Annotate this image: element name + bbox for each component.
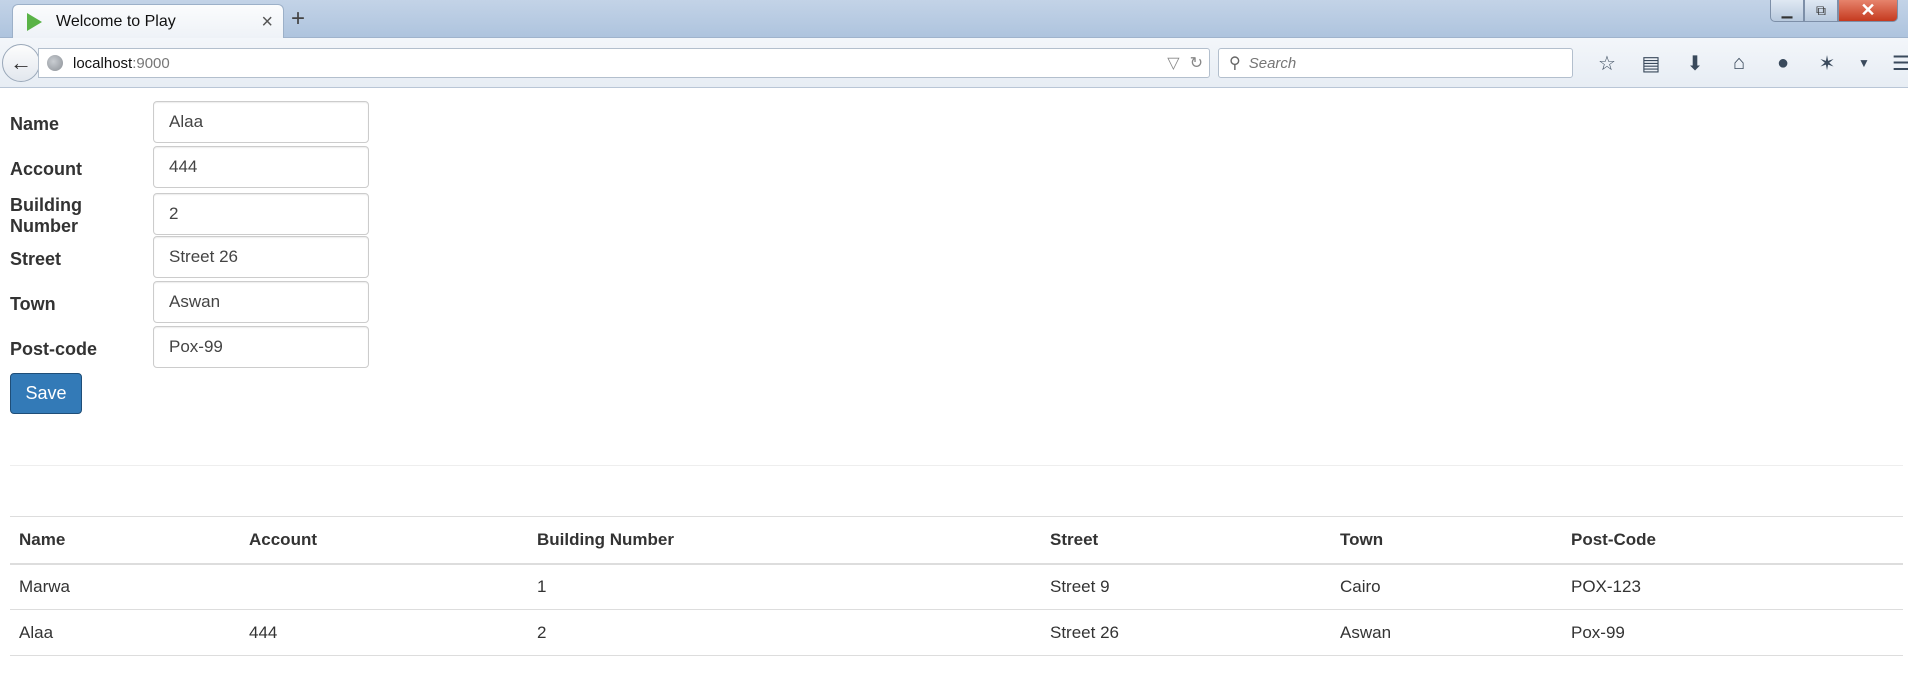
url-host: localhost [73,54,133,72]
column-header-name: Name [10,516,240,565]
form-row-name: Name [10,101,369,143]
cell-town: Aswan [1331,609,1562,656]
cell-postcode: Pox-99 [1562,609,1903,656]
cell-street: Street 9 [1041,563,1331,610]
form-row-account: Account [10,146,369,188]
cell-building-number: 1 [528,563,1041,610]
form-row-building-number: Building Number [10,191,369,237]
table-row: Alaa 444 2 Street 26 Aswan Pox-99 [10,609,1903,656]
new-tab-button[interactable]: + [291,6,305,32]
street-field[interactable] [153,236,369,278]
page-content: Name Account Building Number Street Town… [0,89,1908,681]
bookmark-star-icon[interactable]: ☆ [1585,48,1629,78]
play-icon [27,12,42,31]
chat-icon[interactable]: ● [1761,48,1805,78]
url-bar[interactable]: localhost:9000 ▽ ↻ [38,48,1210,78]
divider [10,465,1903,466]
dropdown-arrow-icon[interactable]: ▽ [1167,53,1179,73]
column-header-account: Account [240,516,528,565]
reading-list-icon[interactable]: ▤ [1629,48,1673,78]
tab-title: Welcome to Play [56,12,176,30]
cell-name: Marwa [10,563,240,610]
toolbar: ☆ ▤ ⬇ ⌂ ● ✶ ▼ ☰ [1585,48,1908,78]
url-port: :9000 [132,54,170,72]
column-header-town: Town [1331,516,1562,565]
town-field[interactable] [153,281,369,323]
account-label: Account [10,158,82,179]
name-label: Name [10,113,60,134]
street-label: Street [10,248,62,269]
cell-postcode: POX-123 [1562,563,1903,610]
home-icon[interactable]: ⌂ [1717,48,1761,78]
account-field[interactable] [153,146,369,188]
table-row: Marwa 1 Street 9 Cairo POX-123 [10,563,1903,610]
search-input[interactable] [1248,54,1549,72]
close-tab-icon[interactable]: × [261,12,273,32]
cell-name: Alaa [10,609,240,656]
building-number-label: Building Number [10,195,82,236]
extension-icon[interactable]: ✶ [1805,48,1849,78]
cell-town: Cairo [1331,563,1562,610]
column-header-postcode: Post-Code [1562,516,1903,565]
browser-tab[interactable]: Welcome to Play × [12,4,284,38]
menu-icon[interactable]: ☰ [1879,48,1908,78]
download-icon[interactable]: ⬇ [1673,48,1717,78]
browser-navbar: ← localhost:9000 ▽ ↻ ⚲ ☆ ▤ ⬇ ⌂ ● ✶ ▼ ☰ [0,38,1908,88]
cell-street: Street 26 [1041,609,1331,656]
postcode-field[interactable] [153,326,369,368]
restore-icon[interactable]: ⧉ [1804,0,1838,22]
table-header-row: Name Account Building Number Street Town… [10,516,1903,565]
town-label: Town [10,293,56,314]
chevron-down-icon[interactable]: ▼ [1849,48,1879,78]
cell-account [240,563,528,610]
search-bar[interactable]: ⚲ [1218,48,1573,78]
form-row-street: Street [10,236,369,278]
save-button[interactable]: Save [10,373,82,414]
minimize-icon[interactable]: ▁ [1770,0,1804,22]
window-controls: ▁ ⧉ ✕ [1770,0,1898,22]
records-table: Name Account Building Number Street Town… [10,516,1903,656]
cell-building-number: 2 [528,609,1041,656]
cell-account: 444 [240,609,528,656]
search-icon: ⚲ [1229,55,1241,72]
url-actions: ▽ ↻ [1167,53,1203,73]
column-header-street: Street [1041,516,1331,565]
form-row-town: Town [10,281,369,323]
globe-icon [47,55,63,71]
name-field[interactable] [153,101,369,143]
building-number-field[interactable] [153,193,369,235]
back-button[interactable]: ← [2,44,40,82]
window-close-icon[interactable]: ✕ [1838,0,1898,22]
reload-icon[interactable]: ↻ [1190,53,1203,73]
postcode-label: Post-code [10,338,98,359]
column-header-building-number: Building Number [528,516,1041,565]
browser-titlebar: Welcome to Play × + ▁ ⧉ ✕ [0,0,1908,38]
form-row-postcode: Post-code [10,326,369,368]
